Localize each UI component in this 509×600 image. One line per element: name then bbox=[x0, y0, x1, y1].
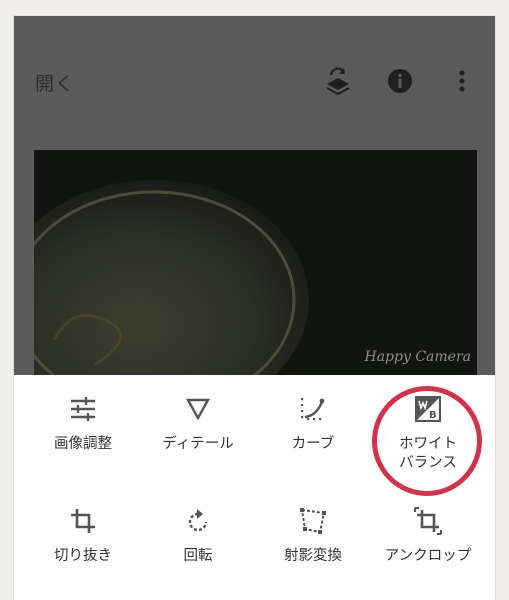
curves-icon bbox=[297, 393, 329, 425]
tool-label: カーブ bbox=[291, 436, 335, 452]
crop-icon bbox=[67, 505, 99, 537]
highlight-circle bbox=[372, 386, 482, 496]
tool-label: ディテール bbox=[162, 436, 234, 452]
layers-swap-icon[interactable] bbox=[323, 66, 353, 96]
tool-curves[interactable]: カーブ bbox=[253, 393, 373, 454]
tool-rotate[interactable]: 回転 bbox=[138, 505, 258, 566]
tool-label: 画像調整 bbox=[54, 436, 112, 452]
tool-tune[interactable]: 画像調整 bbox=[23, 393, 143, 454]
tool-details[interactable]: ディテール bbox=[138, 393, 258, 454]
tool-label: アンクロップ bbox=[384, 548, 472, 564]
info-icon[interactable] bbox=[385, 66, 415, 96]
watermark-text: Happy Camera bbox=[364, 349, 472, 365]
details-triangle-icon bbox=[182, 393, 214, 425]
image-canvas: Happy Camera bbox=[14, 146, 495, 375]
top-app-bar: 開く bbox=[14, 16, 495, 146]
more-vert-icon[interactable] bbox=[447, 66, 477, 96]
tool-crop[interactable]: 切り抜き bbox=[23, 505, 143, 566]
tool-perspective[interactable]: 射影変換 bbox=[253, 505, 373, 566]
expand-icon bbox=[412, 505, 444, 537]
open-button[interactable]: 開く bbox=[35, 69, 75, 96]
tool-label: 切り抜き bbox=[54, 548, 112, 564]
photo-preview[interactable]: Happy Camera bbox=[34, 150, 477, 375]
rotate-icon bbox=[182, 505, 214, 537]
tool-expand[interactable]: アンクロップ bbox=[368, 505, 488, 566]
tool-label: 回転 bbox=[183, 548, 213, 564]
perspective-icon bbox=[297, 505, 329, 537]
tool-label: 射影変換 bbox=[284, 548, 342, 564]
app-frame: 開く Happy Camera 画像調整 ディテール カーブ B ホワイト バラ… bbox=[14, 16, 495, 600]
tune-icon bbox=[67, 393, 99, 425]
